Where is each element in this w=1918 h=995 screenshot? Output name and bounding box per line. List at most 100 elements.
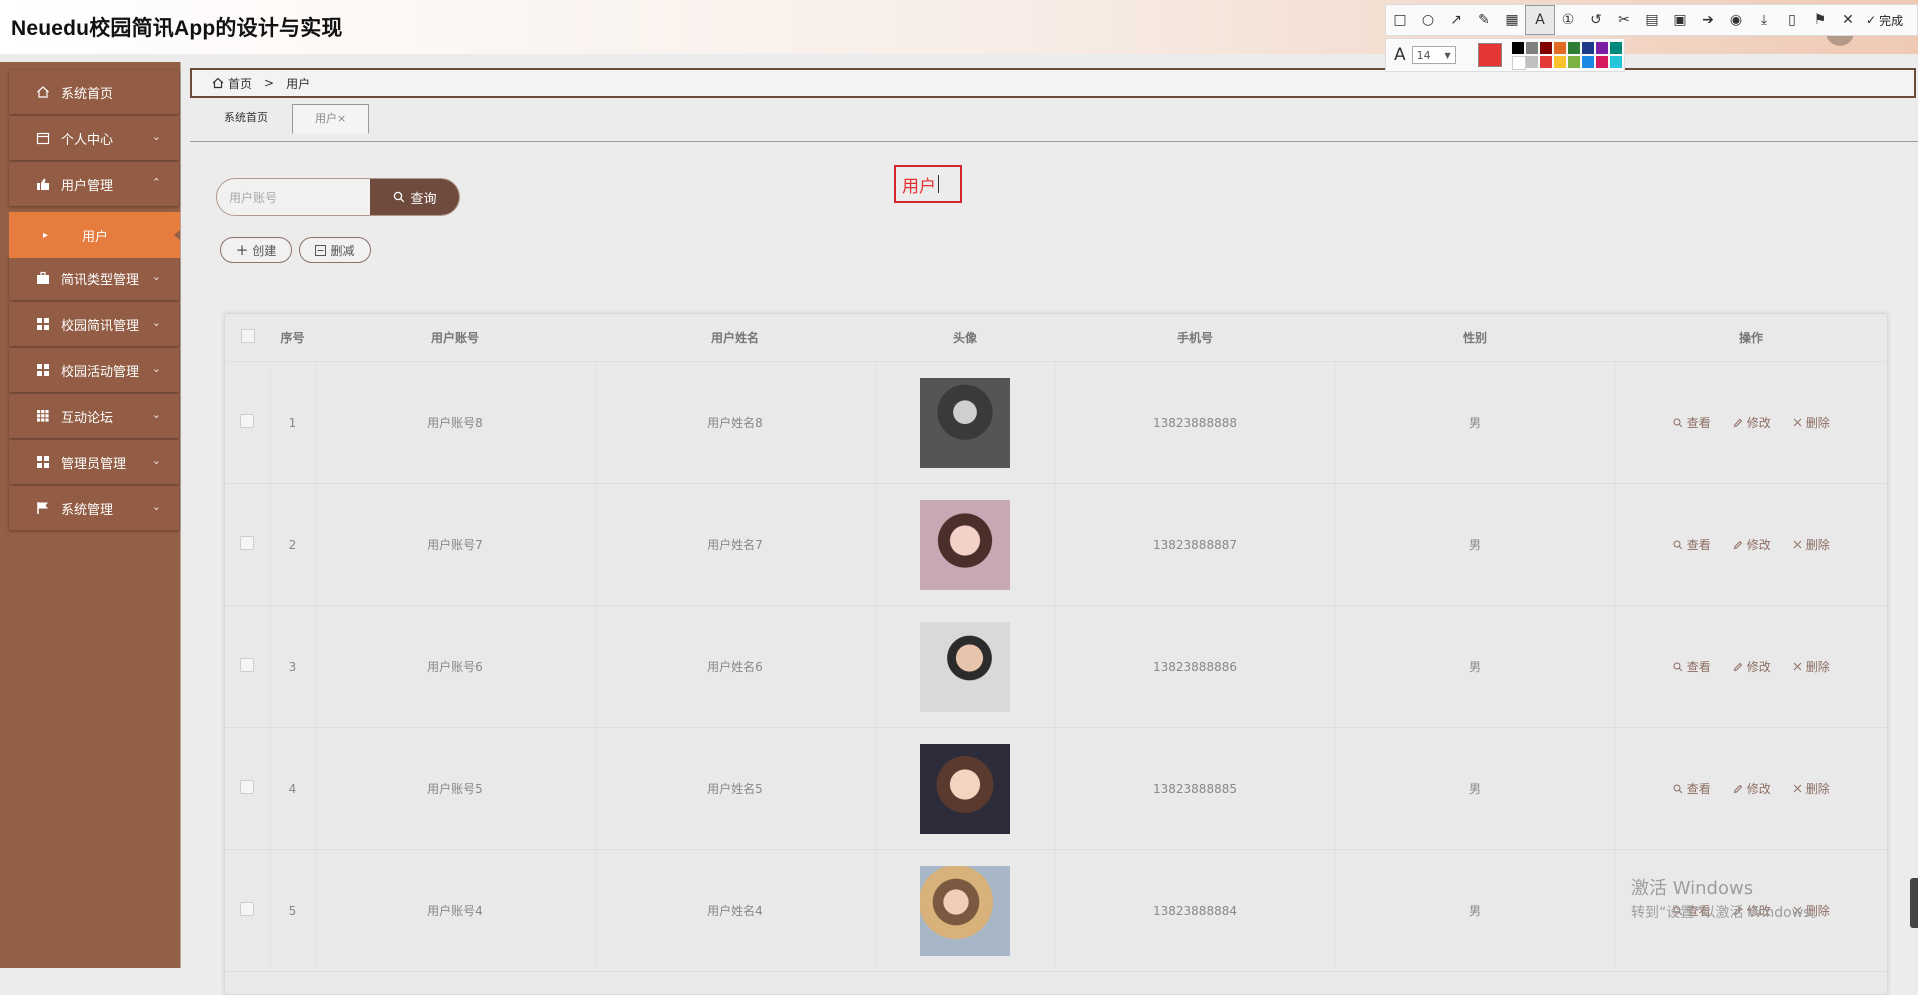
delete-batch-label: 删减	[330, 243, 355, 258]
cell-index: 2	[270, 483, 316, 606]
color-swatch-1[interactable]	[1525, 42, 1538, 54]
annotation-text: 用户	[902, 176, 936, 197]
edit-button[interactable]: 修改	[1733, 414, 1771, 431]
screenshot-toolbar: □ ○ ↗ ✎ ▦ A ① ↺ ✂ ▤ ▣ ➔ ◉ ⤓ ▯ ⚑ ✕ ✓ 完成	[1385, 4, 1918, 36]
current-color-swatch[interactable]	[1477, 43, 1502, 67]
breadcrumb-home[interactable]: 首页	[228, 75, 252, 92]
sidebar-item-7[interactable]: 管理员管理 ⌄	[9, 440, 179, 484]
select-all-checkbox[interactable]	[240, 329, 255, 343]
scan-icon[interactable]: ▣	[1666, 6, 1694, 34]
color-swatch-7[interactable]	[1609, 42, 1622, 54]
search-input[interactable]	[217, 179, 383, 215]
delete-label: 删除	[1805, 660, 1830, 674]
color-swatch-3[interactable]	[1553, 42, 1566, 54]
sidebar-subitem-user[interactable]: ▸ 用户	[9, 212, 180, 258]
number-tool-icon[interactable]: ①	[1554, 6, 1582, 34]
row-checkbox[interactable]	[240, 536, 255, 550]
search-icon	[1673, 662, 1683, 672]
search-button-label: 查询	[410, 191, 437, 207]
close-icon[interactable]: ✕	[1834, 6, 1862, 34]
color-swatch-15[interactable]	[1609, 56, 1622, 68]
color-swatch-13[interactable]	[1581, 56, 1594, 68]
delete-button[interactable]: 删除	[1793, 780, 1830, 797]
sidebar-item-1[interactable]: 个人中心 ⌄	[9, 116, 179, 160]
mosaic-tool-icon[interactable]: ▦	[1498, 6, 1526, 34]
cell-index: 4	[270, 727, 316, 850]
text-tool-icon[interactable]: A	[1525, 5, 1555, 35]
view-button[interactable]: 查看	[1673, 780, 1711, 797]
color-swatch-9[interactable]	[1525, 56, 1538, 68]
color-swatch-4[interactable]	[1567, 42, 1580, 54]
cut-icon[interactable]: ✂	[1610, 6, 1638, 34]
bookmark-icon[interactable]: ⚑	[1806, 6, 1834, 34]
arrow-tool-icon[interactable]: ↗	[1442, 6, 1470, 34]
delete-button[interactable]: 删除	[1793, 658, 1830, 675]
color-swatch-11[interactable]	[1553, 56, 1566, 68]
color-swatch-5[interactable]	[1581, 42, 1594, 54]
color-swatch-6[interactable]	[1595, 42, 1608, 54]
finish-button[interactable]: ✓ 完成	[1866, 12, 1903, 29]
header-gender: 性别	[1335, 314, 1615, 362]
windows-activation-watermark: 激活 Windows 转到“设置”以激活 Windows。	[1631, 874, 1824, 922]
phone-icon[interactable]: ▯	[1778, 6, 1806, 34]
sidebar-item-0[interactable]: 系统首页	[9, 70, 179, 114]
sidebar-item-5[interactable]: 校园活动管理 ⌄	[9, 348, 179, 392]
row-checkbox[interactable]	[240, 658, 255, 672]
delete-button[interactable]: 删除	[1793, 414, 1830, 431]
color-swatch-14[interactable]	[1595, 56, 1608, 68]
view-button[interactable]: 查看	[1673, 536, 1711, 553]
finish-label: 完成	[1879, 13, 1904, 28]
edge-widget[interactable]	[1910, 878, 1918, 928]
row-checkbox[interactable]	[240, 780, 255, 794]
cell-phone: 13823888885	[1055, 727, 1336, 850]
font-size-select[interactable]: 14 ▼	[1411, 46, 1456, 64]
sidebar-item-2[interactable]: 用户管理 ⌃	[9, 162, 179, 206]
pencil-icon	[1733, 540, 1743, 550]
row-checkbox[interactable]	[240, 414, 255, 428]
sidebar-item-label: 用户管理	[61, 178, 114, 194]
tab-close-icon[interactable]: ×	[337, 112, 346, 125]
ellipse-tool-icon[interactable]: ○	[1414, 6, 1442, 34]
edit-button[interactable]: 修改	[1733, 780, 1771, 797]
pin-icon[interactable]: ➔	[1694, 6, 1722, 34]
delete-label: 删除	[1805, 782, 1830, 796]
pen-tool-icon[interactable]: ✎	[1470, 6, 1498, 34]
row-checkbox[interactable]	[240, 902, 255, 916]
delete-batch-button[interactable]: 删减	[299, 237, 371, 263]
search-button[interactable]: 查询	[370, 179, 459, 215]
color-swatch-2[interactable]	[1539, 42, 1552, 54]
header-index: 序号	[270, 314, 315, 362]
rect-tool-icon[interactable]: □	[1386, 6, 1414, 34]
edit-button[interactable]: 修改	[1733, 658, 1771, 675]
sidebar-item-4[interactable]: 校园简讯管理 ⌄	[9, 302, 179, 346]
cell-phone: 13823888888	[1055, 361, 1336, 484]
edit-button[interactable]: 修改	[1733, 536, 1771, 553]
color-swatch-12[interactable]	[1567, 56, 1580, 68]
color-swatch-10[interactable]	[1539, 56, 1552, 68]
close-icon	[1793, 784, 1802, 793]
color-swatch-0[interactable]	[1511, 42, 1524, 54]
row-checkbox-cell	[225, 727, 271, 850]
calendar-icon	[35, 130, 51, 146]
annotation-text-box[interactable]: 用户	[894, 165, 962, 203]
undo-icon[interactable]: ↺	[1582, 6, 1610, 34]
sidebar-item-3[interactable]: 简讯类型管理 ⌄	[9, 256, 179, 300]
delete-button[interactable]: 删除	[1793, 536, 1830, 553]
sidebar-item-8[interactable]: 系统管理 ⌄	[9, 486, 179, 530]
create-button[interactable]: + 创建	[220, 237, 292, 263]
ocr-icon[interactable]: ▤	[1638, 6, 1666, 34]
sidebar-item-6[interactable]: 互动论坛 ⌄	[9, 394, 179, 438]
download-icon[interactable]: ⤓	[1750, 6, 1778, 34]
cell-name: 用户姓名8	[595, 361, 876, 484]
tab-user[interactable]: 用户×	[292, 104, 370, 134]
view-button[interactable]: 查看	[1673, 414, 1711, 431]
record-icon[interactable]: ◉	[1722, 6, 1750, 34]
pencil-icon	[1733, 418, 1743, 428]
sidebar-item-label: 系统管理	[61, 502, 114, 518]
tab-home[interactable]: 系统首页	[210, 104, 282, 132]
grid-icon	[35, 316, 51, 332]
edit-label: 修改	[1746, 660, 1771, 674]
view-label: 查看	[1686, 416, 1711, 430]
view-button[interactable]: 查看	[1673, 658, 1711, 675]
color-swatch-8[interactable]	[1511, 56, 1526, 70]
